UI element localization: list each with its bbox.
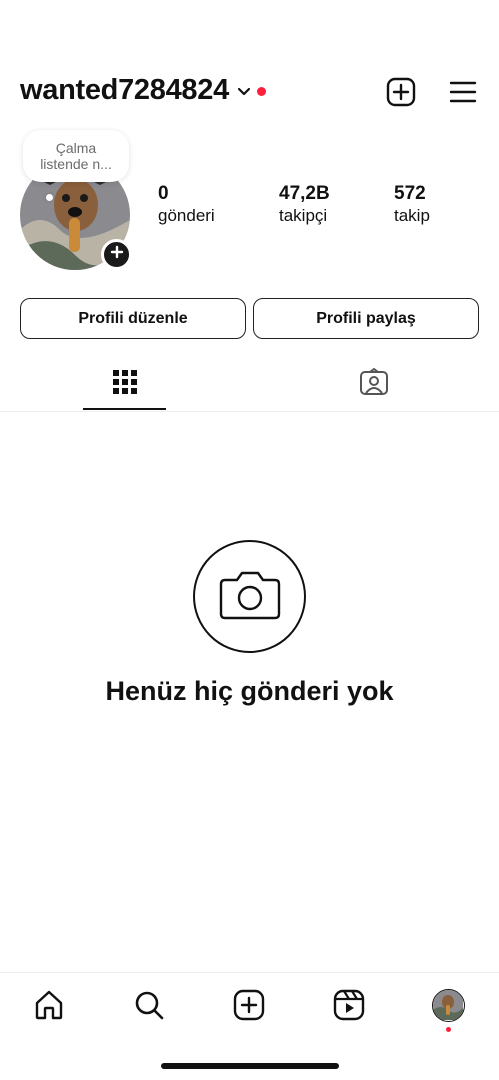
tagged-person-icon [359, 368, 389, 401]
stat-following[interactable]: 572 takip [394, 183, 430, 227]
home-icon[interactable] [32, 988, 66, 1022]
posts-label: gönderi [158, 206, 215, 225]
content-tabs [0, 358, 499, 412]
following-label: takip [394, 206, 430, 225]
profile-avatar-icon[interactable] [432, 989, 465, 1022]
following-count: 572 [394, 183, 426, 204]
share-profile-button[interactable]: Profili paylaş [253, 298, 479, 339]
followers-label: takipçi [279, 206, 328, 225]
create-post-icon[interactable] [232, 988, 266, 1022]
profile-notification-dot [446, 1027, 451, 1032]
empty-state-icon-circle [193, 540, 306, 653]
tab-posts-grid[interactable] [83, 358, 166, 411]
profile-header: wanted7284824 [0, 66, 499, 118]
empty-state-title: Henüz hiç gönderi yok [105, 676, 394, 706]
note-text-line2: listende n... [40, 156, 112, 172]
bottom-navigation [0, 972, 499, 1038]
add-story-button[interactable] [101, 239, 132, 270]
followers-count: 47,2B [279, 183, 330, 204]
note-text-line1: Çalma [55, 140, 97, 156]
search-icon[interactable] [132, 988, 166, 1022]
camera-icon [219, 568, 281, 625]
plus-icon [110, 245, 124, 264]
grid-icon [112, 369, 138, 400]
plus-square-icon[interactable] [385, 76, 417, 108]
posts-count: 0 [158, 183, 169, 204]
reels-icon[interactable] [332, 988, 366, 1022]
notification-dot [256, 87, 266, 96]
note-bubble[interactable]: Çalma listende n... [23, 130, 129, 182]
chevron-down-icon[interactable] [237, 84, 251, 102]
hamburger-menu-icon[interactable] [447, 76, 479, 108]
active-tab-indicator [83, 408, 166, 410]
note-bubble-tail [46, 194, 53, 201]
home-indicator[interactable] [161, 1063, 339, 1069]
stat-posts[interactable]: 0 gönderi [158, 183, 215, 227]
tab-tagged[interactable] [332, 358, 415, 411]
edit-profile-button[interactable]: Profili düzenle [20, 298, 246, 339]
username: wanted7284824 [20, 74, 229, 106]
account-switcher[interactable]: wanted7284824 [20, 74, 266, 107]
stat-followers[interactable]: 47,2B takipçi [279, 183, 330, 227]
